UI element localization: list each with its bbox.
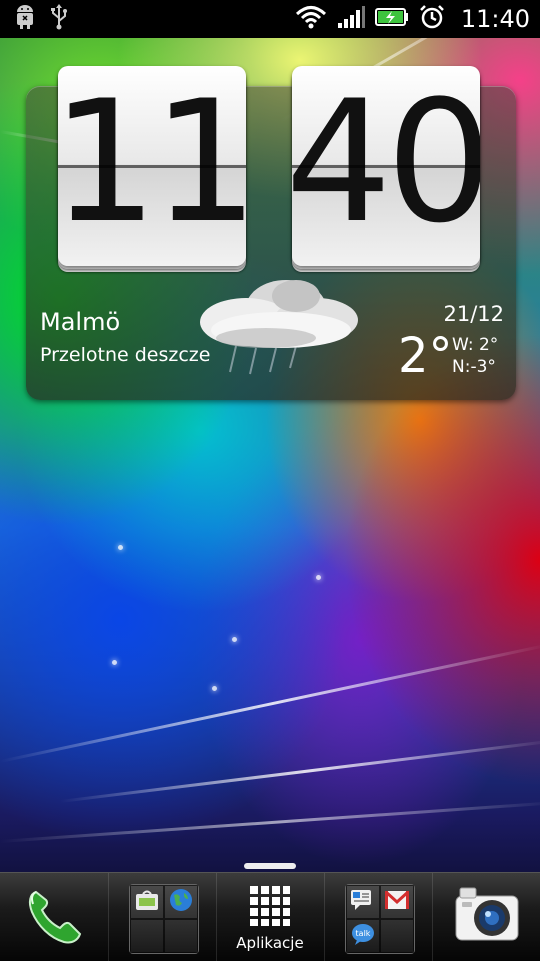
drawer-handle[interactable] xyxy=(244,863,296,869)
gmail-icon xyxy=(384,889,410,915)
all-apps-button[interactable]: Aplikacje xyxy=(216,872,324,960)
flip-card-face: 11 xyxy=(58,66,246,266)
android-debug-icon xyxy=(14,4,36,34)
talk-icon: talk xyxy=(350,922,376,950)
folder-slot xyxy=(130,919,164,953)
sparkle xyxy=(212,686,217,691)
flip-card-face: 40 xyxy=(292,66,480,266)
weather-temperature: 2° xyxy=(398,328,453,384)
flip-card-minutes[interactable]: 40 xyxy=(292,66,480,272)
phone-icon xyxy=(22,890,86,952)
flip-card-hours[interactable]: 11 xyxy=(58,66,246,272)
messages-icon xyxy=(350,888,376,916)
sparkle xyxy=(316,575,321,580)
alarm-icon xyxy=(419,4,445,34)
apps-label: Aplikacje xyxy=(236,934,304,952)
sparkle xyxy=(232,637,237,642)
flip-split-line xyxy=(292,165,480,168)
clock-minutes: 40 xyxy=(292,66,480,260)
dock-separator xyxy=(324,873,325,961)
weather-low: N:-3° xyxy=(452,357,496,377)
dock-separator xyxy=(108,873,109,961)
light-streak xyxy=(0,800,540,843)
battery-charging-icon xyxy=(374,6,409,32)
camera-button[interactable] xyxy=(452,884,522,948)
folder-slot xyxy=(130,885,164,919)
rain-cloud-icon xyxy=(186,268,366,378)
weather-high: W: 2° xyxy=(452,335,499,355)
flip-split-line xyxy=(58,165,246,168)
weather-high-low: W: 2° N:-3° xyxy=(452,334,498,378)
dock-folder-right[interactable]: talk xyxy=(345,884,415,954)
sparkle xyxy=(118,545,123,550)
folder-slot: talk xyxy=(346,919,380,953)
signal-icon xyxy=(337,5,365,33)
sparkle xyxy=(112,660,117,665)
weather-city[interactable]: Malmö xyxy=(40,308,120,336)
weather-condition: Przelotne deszcze xyxy=(40,344,211,366)
weather-date: 21/12 xyxy=(443,302,504,326)
status-time: 11:40 xyxy=(460,5,530,33)
dock-separator xyxy=(432,873,433,961)
browser-globe-icon xyxy=(168,887,194,917)
clock-hours: 11 xyxy=(58,66,246,260)
wifi-icon xyxy=(295,5,327,33)
folder-slot xyxy=(346,885,380,919)
usb-icon xyxy=(50,4,68,34)
camera-icon xyxy=(452,887,522,950)
svg-text:talk: talk xyxy=(356,929,371,938)
apps-grid-icon xyxy=(250,886,290,930)
phone-button[interactable] xyxy=(22,884,86,948)
folder-slot xyxy=(380,885,414,919)
market-icon xyxy=(135,889,159,915)
light-streak xyxy=(0,643,540,763)
folder-slot xyxy=(164,919,198,953)
status-bar[interactable]: 11:40 xyxy=(0,0,540,38)
light-streak xyxy=(59,739,540,803)
folder-slot xyxy=(164,885,198,919)
folder-slot xyxy=(380,919,414,953)
dock-folder-left[interactable] xyxy=(129,884,199,954)
